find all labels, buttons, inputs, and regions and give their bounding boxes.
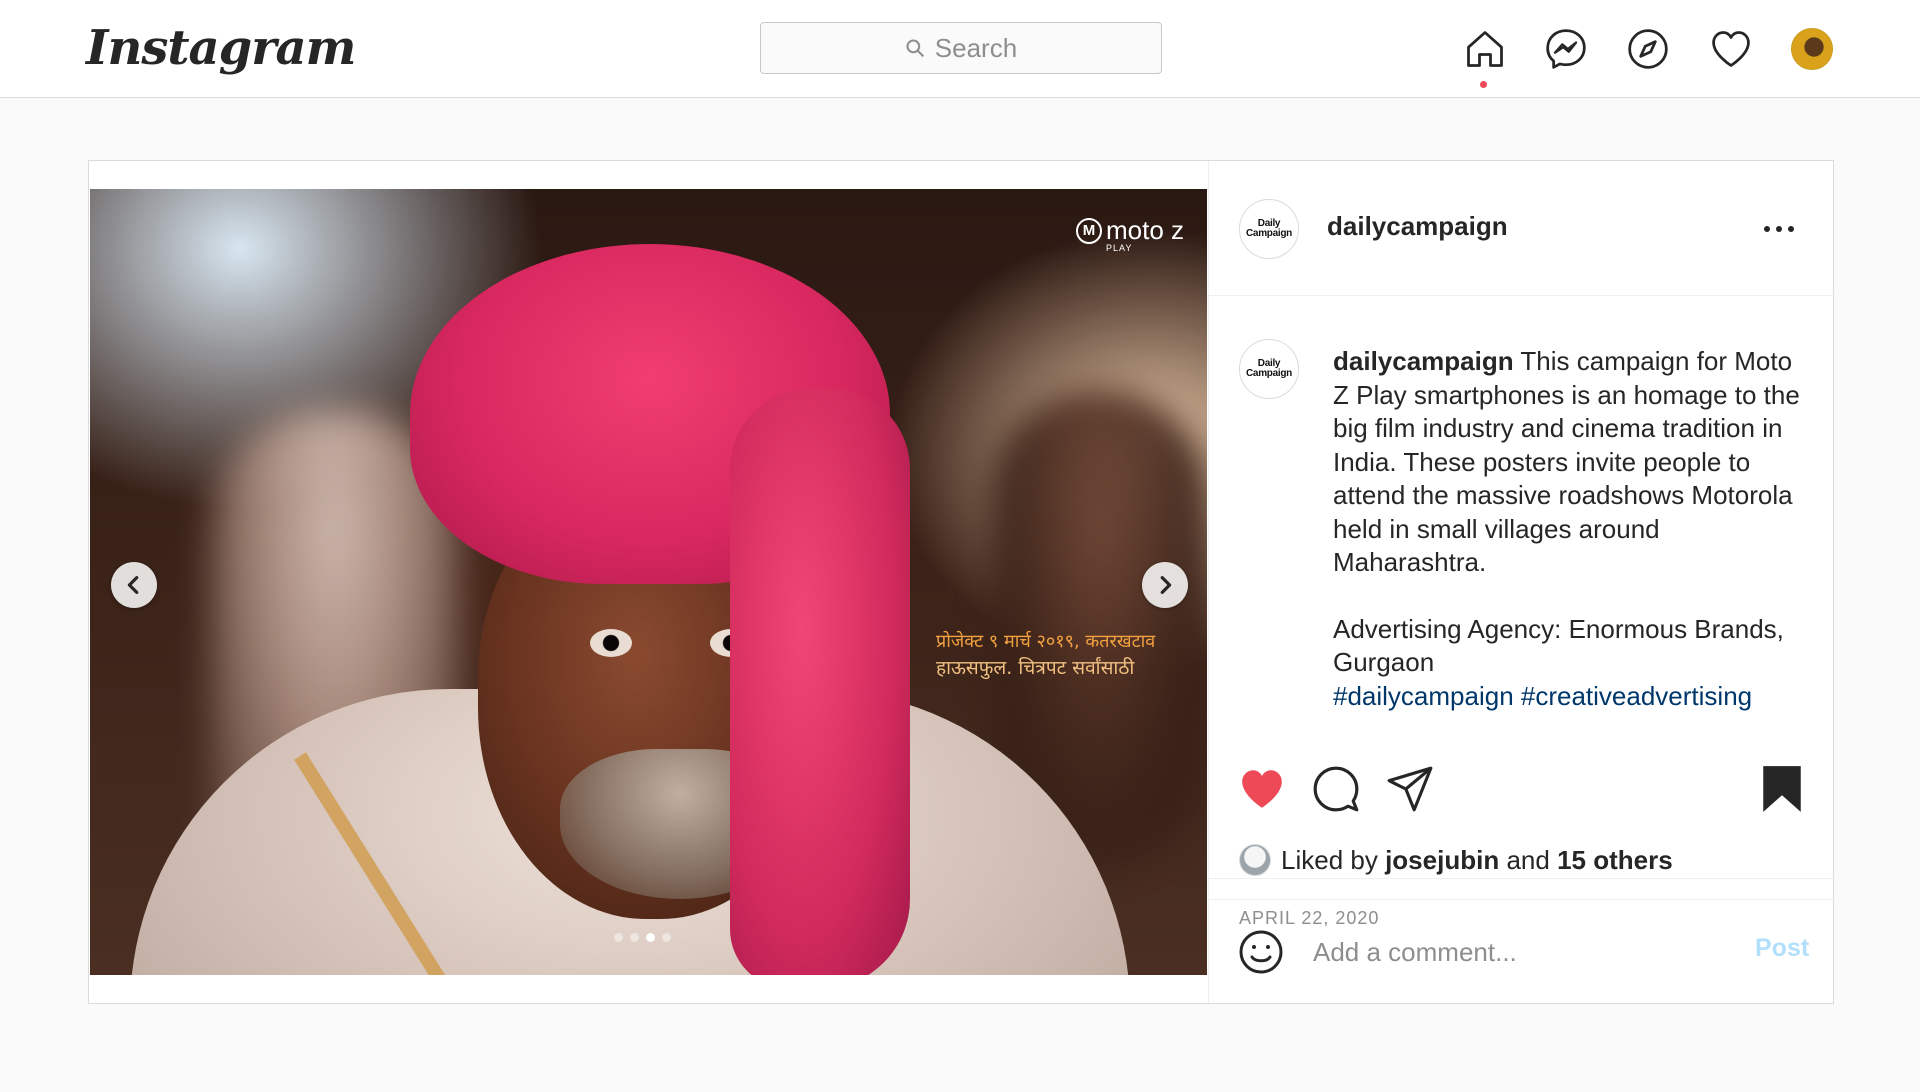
brand-watermark: M moto z — [1076, 215, 1184, 246]
brand-watermark-sub: PLAY — [1106, 243, 1133, 253]
share-icon[interactable] — [1385, 764, 1435, 814]
author-username[interactable]: dailycampaign — [1327, 211, 1508, 242]
poster-overlay-line-2: हाऊसफुल. चित्रपट सर्वांसाठी — [936, 657, 1135, 679]
chevron-left-icon — [127, 576, 139, 594]
search-placeholder: Search — [934, 32, 1018, 63]
search-box[interactable]: Search — [760, 22, 1162, 74]
nav-messenger[interactable] — [1543, 26, 1589, 72]
liker-avatar[interactable] — [1239, 844, 1271, 876]
carousel-dot — [630, 933, 639, 942]
nav-home[interactable] — [1462, 26, 1508, 72]
post-actions: Liked by josejubin and 15 others APRIL 2… — [1209, 744, 1835, 928]
notification-dot — [1480, 81, 1487, 88]
post-side-panel: Daily Campaign dailycampaign Daily Campa… — [1208, 161, 1835, 1003]
poster-overlay-text: प्रोजेक्ट ९ मार्च २०१९, कतरखटाव हाऊसफुल.… — [936, 629, 1196, 681]
photo-eye — [590, 629, 632, 657]
profile-avatar[interactable] — [1791, 28, 1833, 70]
first-liker-username[interactable]: josejubin — [1385, 845, 1499, 875]
carousel-dot — [662, 933, 671, 942]
post-card: M moto z PLAY प्रोजेक्ट ९ मार्च २०१९, कत… — [88, 160, 1835, 1004]
search-icon — [906, 39, 924, 58]
more-options-icon[interactable] — [1761, 221, 1797, 237]
caption-username[interactable]: dailycampaign — [1333, 346, 1514, 376]
caption-hashtags[interactable]: #dailycampaign #creativeadvertising — [1333, 681, 1752, 711]
author-avatar-text: Campaign — [1246, 228, 1292, 239]
carousel-next-button[interactable] — [1142, 562, 1188, 608]
caption-author-avatar[interactable]: Daily Campaign — [1239, 339, 1299, 399]
author-avatar[interactable]: Daily Campaign — [1239, 199, 1299, 259]
post-media-image[interactable]: M moto z PLAY प्रोजेक्ट ९ मार्च २०१९, कत… — [90, 189, 1207, 975]
explore-icon — [1628, 29, 1668, 69]
bookmark-saved-icon[interactable] — [1757, 764, 1807, 814]
caption-avatar-text: Campaign — [1246, 368, 1292, 379]
poster-overlay-line-1: प्रोजेक्ट ९ मार्च २०१९, कतरखटाव — [936, 631, 1156, 652]
motorola-logo-icon: M — [1076, 217, 1102, 244]
post-header: Daily Campaign dailycampaign — [1209, 161, 1835, 296]
post-caption: dailycampaign This campaign for Moto Z P… — [1333, 345, 1813, 713]
comment-input[interactable] — [1313, 930, 1713, 974]
post-comment-button[interactable]: Post — [1755, 934, 1809, 963]
comment-icon[interactable] — [1311, 764, 1361, 814]
carousel-dot — [614, 933, 623, 942]
chevron-right-icon — [1160, 576, 1172, 594]
caption-agency: Advertising Agency: Enormous Brands, Gur… — [1333, 613, 1784, 678]
messenger-icon — [1546, 29, 1586, 69]
likes-summary: Liked by josejubin and 15 others — [1239, 844, 1673, 876]
carousel-dot — [646, 933, 655, 942]
nav-activity[interactable] — [1708, 26, 1754, 72]
likes-prefix: Liked by — [1281, 844, 1378, 875]
add-comment-bar: Post — [1209, 899, 1835, 1003]
brand-watermark-text: moto z — [1106, 215, 1185, 245]
likes-others-count[interactable]: 15 others — [1557, 845, 1673, 875]
heart-icon — [1712, 31, 1750, 67]
carousel-indicator — [614, 933, 671, 942]
carousel-prev-button[interactable] — [111, 562, 157, 608]
instagram-logo[interactable]: Instagram — [86, 20, 356, 76]
like-heart-icon[interactable] — [1237, 764, 1287, 814]
caption-text: This campaign for Moto Z Play smartphone… — [1333, 346, 1800, 577]
home-icon — [1467, 31, 1503, 67]
nav-explore[interactable] — [1625, 26, 1671, 72]
emoji-icon[interactable] — [1237, 928, 1285, 976]
top-nav-bar: Instagram Search — [0, 0, 1920, 98]
likes-conjunction: and — [1506, 844, 1550, 875]
photo-turban-drape — [730, 389, 910, 975]
